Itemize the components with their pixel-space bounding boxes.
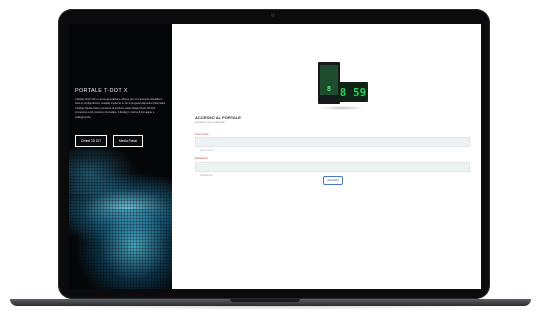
laptop-frame: PORTALE T-DOT X I display Dooh 3D e nuov… [58, 9, 490, 299]
totem-screen: 8 [320, 65, 338, 95]
totem-digit: 8 [326, 85, 332, 93]
led-digits: 8 59 [339, 85, 367, 99]
laptop-shadow [40, 306, 501, 310]
portal-title: PORTALE T-DOT X [75, 88, 128, 94]
screen: PORTALE T-DOT X I display Dooh 3D e nuov… [69, 24, 481, 289]
username-field-wrapper [195, 137, 470, 154]
login-title: ACCESSO AL PORTALE [195, 115, 241, 120]
led-dot-pattern [69, 154, 172, 289]
media-portal-button[interactable]: Media Portal [113, 135, 143, 147]
password-field-wrapper [195, 162, 470, 179]
login-panel: 8 8 59 ACCESSO AL PORTALE Inserisci le t… [172, 24, 481, 289]
product-image: 8 8 59 [318, 62, 368, 112]
portal-actions: Chiedi 3D DIT Media Portal [75, 135, 143, 147]
username-label: User name [195, 132, 209, 136]
webcam [271, 13, 275, 17]
username-input[interactable] [196, 146, 469, 154]
product-shadow [320, 106, 364, 110]
portal-description-paragraph: I display Dooh 3D e nuova generazione of… [75, 98, 166, 106]
chiedi-3d-button[interactable]: Chiedi 3D DIT [75, 135, 108, 147]
portal-description-paragraph: I display Media Vision consente la fruiz… [75, 106, 156, 119]
display-totem: 8 [318, 62, 340, 104]
login-subtitle: Inserisci le tue credenziali [195, 121, 225, 124]
laptop-hinge-notch [230, 299, 300, 302]
left-panel: PORTALE T-DOT X I display Dooh 3D e nuov… [69, 24, 172, 289]
led-panel: 8 59 [338, 82, 368, 102]
portal-description: I display Dooh 3D e nuova generazione of… [75, 98, 167, 120]
login-button[interactable]: ACCEDI [323, 176, 343, 185]
password-label: Password [195, 156, 208, 160]
